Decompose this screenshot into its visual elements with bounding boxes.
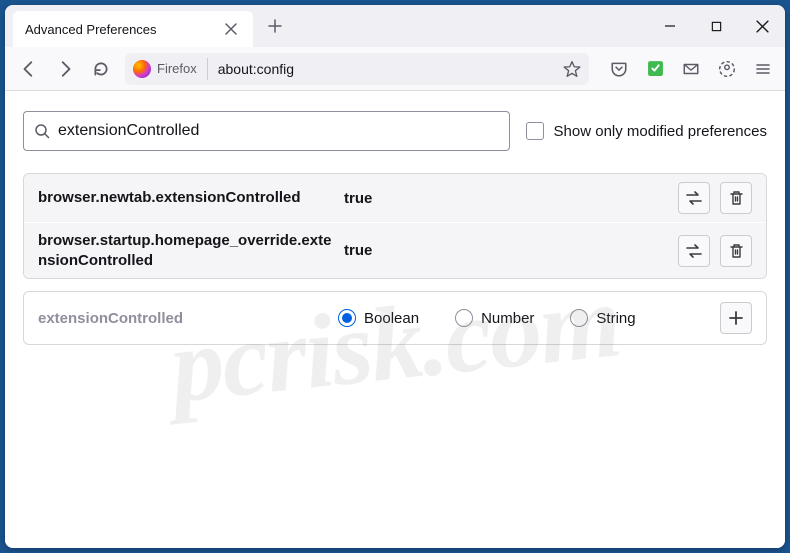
forward-button[interactable] [49, 53, 81, 85]
type-radio-group: Boolean Number String [338, 309, 720, 327]
browser-window: Advanced Preferences [5, 5, 785, 548]
toolbar-icons [605, 55, 777, 83]
close-window-button[interactable] [739, 5, 785, 47]
pref-value: true [338, 190, 678, 207]
search-row: extensionControlled Show only modified p… [23, 111, 767, 151]
pref-actions [678, 235, 752, 267]
show-modified-checkbox[interactable]: Show only modified preferences [526, 122, 767, 140]
radio-label: String [596, 310, 635, 327]
radio-string[interactable]: String [570, 309, 635, 327]
show-modified-label: Show only modified preferences [554, 123, 767, 140]
bookmark-star-icon[interactable] [563, 60, 581, 78]
identity-label: Firefox [157, 61, 197, 76]
toggle-button[interactable] [678, 182, 710, 214]
add-button[interactable] [720, 302, 752, 334]
mail-icon[interactable] [677, 55, 705, 83]
radio-number[interactable]: Number [455, 309, 534, 327]
tab-title: Advanced Preferences [25, 22, 221, 37]
pref-value: true [338, 242, 678, 259]
back-button[interactable] [13, 53, 45, 85]
navigation-bar: Firefox about:config [5, 47, 785, 91]
add-pref-row: extensionControlled Boolean Number Strin… [23, 291, 767, 345]
browser-tab[interactable]: Advanced Preferences [13, 11, 253, 47]
maximize-button[interactable] [693, 5, 739, 47]
search-input[interactable]: extensionControlled [58, 122, 499, 140]
account-icon[interactable] [713, 55, 741, 83]
url-bar[interactable]: Firefox about:config [125, 53, 589, 85]
add-pref-name: extensionControlled [38, 310, 338, 327]
title-bar: Advanced Preferences [5, 5, 785, 47]
results-table: browser.newtab.extensionControlled true … [23, 173, 767, 279]
url-text: about:config [218, 61, 563, 77]
close-tab-button[interactable] [221, 19, 241, 39]
radio-label: Number [481, 310, 534, 327]
pref-name: browser.startup.homepage_override.extens… [38, 231, 338, 270]
new-tab-button[interactable] [261, 12, 289, 40]
radio-circle [338, 309, 356, 327]
search-icon [34, 123, 50, 139]
delete-button[interactable] [720, 182, 752, 214]
radio-boolean[interactable]: Boolean [338, 309, 419, 327]
minimize-button[interactable] [647, 5, 693, 47]
radio-circle [570, 309, 588, 327]
menu-button[interactable] [749, 55, 777, 83]
pref-row[interactable]: browser.startup.homepage_override.extens… [24, 222, 766, 278]
reload-button[interactable] [85, 53, 117, 85]
pref-name: browser.newtab.extensionControlled [38, 188, 338, 208]
pocket-icon[interactable] [605, 55, 633, 83]
firefox-icon [133, 60, 151, 78]
identity-box[interactable]: Firefox [133, 58, 208, 80]
delete-button[interactable] [720, 235, 752, 267]
pref-actions [678, 182, 752, 214]
window-controls [647, 5, 785, 47]
radio-label: Boolean [364, 310, 419, 327]
page-content: extensionControlled Show only modified p… [5, 91, 785, 548]
toggle-button[interactable] [678, 235, 710, 267]
extension-icon[interactable] [641, 55, 669, 83]
search-box[interactable]: extensionControlled [23, 111, 510, 151]
radio-circle [455, 309, 473, 327]
checkbox-box [526, 122, 544, 140]
pref-row[interactable]: browser.newtab.extensionControlled true [24, 174, 766, 222]
